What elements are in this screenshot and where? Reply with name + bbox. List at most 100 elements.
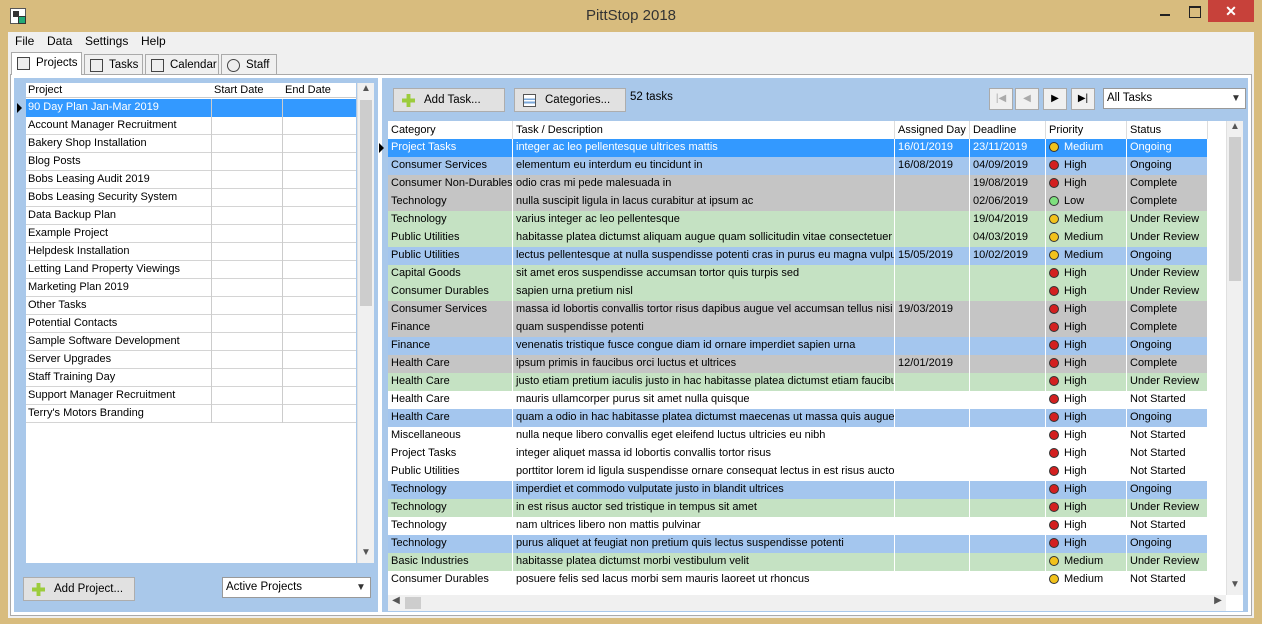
deadline-cell[interactable]	[970, 499, 1046, 517]
projects-scroll-thumb[interactable]	[360, 100, 372, 306]
category-cell[interactable]: Technology	[388, 193, 513, 211]
description-cell[interactable]: habitasse platea dictumst morbi vestibul…	[513, 553, 895, 571]
description-cell[interactable]: massa id lobortis convallis tortor risus…	[513, 301, 895, 319]
tasks-hscroll-thumb[interactable]	[405, 597, 421, 609]
project-name-cell[interactable]: Staff Training Day	[26, 369, 212, 387]
task-row[interactable]: Miscellaneous nulla neque libero convalli…	[388, 427, 1208, 445]
description-cell[interactable]: lectus pellentesque at nulla suspendisse…	[513, 247, 895, 265]
menu-data[interactable]: Data	[47, 34, 72, 48]
deadline-cell[interactable]	[970, 427, 1046, 445]
category-cell[interactable]: Project Tasks	[388, 139, 513, 157]
category-cell[interactable]: Technology	[388, 211, 513, 229]
deadline-cell[interactable]: 02/06/2019	[970, 193, 1046, 211]
deadline-cell[interactable]: 19/04/2019	[970, 211, 1046, 229]
menu-settings[interactable]: Settings	[85, 34, 128, 48]
project-end-cell[interactable]	[283, 153, 356, 171]
project-end-cell[interactable]	[283, 117, 356, 135]
column-end-date[interactable]: End Date	[285, 84, 331, 96]
project-start-cell[interactable]	[212, 207, 283, 225]
project-start-cell[interactable]	[212, 171, 283, 189]
project-end-cell[interactable]	[283, 225, 356, 243]
task-row[interactable]: Health Care mauris ullamcorper purus sit …	[388, 391, 1208, 409]
last-page-button[interactable]: ▶|	[1071, 88, 1095, 110]
project-row[interactable]: Server Upgrades	[26, 351, 356, 369]
assigned-day-cell[interactable]	[895, 283, 970, 301]
priority-cell[interactable]: High	[1046, 319, 1127, 337]
project-end-cell[interactable]	[283, 351, 356, 369]
project-row[interactable]: Other Tasks	[26, 297, 356, 315]
category-cell[interactable]: Consumer Services	[388, 301, 513, 319]
assigned-day-cell[interactable]	[895, 265, 970, 283]
description-cell[interactable]: nulla neque libero convallis eget eleife…	[513, 427, 895, 445]
project-row[interactable]: 90 Day Plan Jan-Mar 2019	[17, 99, 356, 117]
category-cell[interactable]: Consumer Services	[388, 157, 513, 175]
task-row[interactable]: Technology nulla suscipit ligula in lacus…	[388, 193, 1208, 211]
project-name-cell[interactable]: Example Project	[26, 225, 212, 243]
deadline-cell[interactable]	[970, 481, 1046, 499]
project-start-cell[interactable]	[212, 333, 283, 351]
status-cell[interactable]: Under Review	[1127, 265, 1208, 283]
description-cell[interactable]: justo etiam pretium iaculis justo in hac…	[513, 373, 895, 391]
assigned-day-cell[interactable]	[895, 517, 970, 535]
deadline-cell[interactable]: 04/03/2019	[970, 229, 1046, 247]
deadline-cell[interactable]	[970, 373, 1046, 391]
deadline-cell[interactable]	[970, 445, 1046, 463]
description-cell[interactable]: quam suspendisse potenti	[513, 319, 895, 337]
project-start-cell[interactable]	[212, 387, 283, 405]
description-cell[interactable]: quam a odio in hac habitasse platea dict…	[513, 409, 895, 427]
project-name-cell[interactable]: Bakery Shop Installation	[26, 135, 212, 153]
priority-cell[interactable]: Medium	[1046, 229, 1127, 247]
task-row[interactable]: Consumer Durables posuere felis sed lacus…	[388, 571, 1208, 589]
tab-calendar[interactable]: Calendar	[145, 54, 219, 75]
task-row[interactable]: Basic Industries habitasse platea dictums…	[388, 553, 1208, 571]
deadline-cell[interactable]	[970, 391, 1046, 409]
project-row[interactable]: Bobs Leasing Security System	[26, 189, 356, 207]
assigned-day-cell[interactable]: 16/01/2019	[895, 139, 970, 157]
minimize-button[interactable]	[1148, 0, 1182, 22]
project-end-cell[interactable]	[283, 297, 356, 315]
assigned-day-cell[interactable]: 16/08/2019	[895, 157, 970, 175]
project-name-cell[interactable]: Marketing Plan 2019	[26, 279, 212, 297]
status-cell[interactable]: Not Started	[1127, 427, 1208, 445]
task-row[interactable]: Technology varius integer ac leo pellente…	[388, 211, 1208, 229]
project-name-cell[interactable]: Data Backup Plan	[26, 207, 212, 225]
column-assigned-day[interactable]: Assigned Day	[895, 121, 970, 139]
priority-cell[interactable]: High	[1046, 373, 1127, 391]
task-row[interactable]: Consumer Durables sapien urna pretium nis…	[388, 283, 1208, 301]
project-end-cell[interactable]	[283, 135, 356, 153]
priority-cell[interactable]: Medium	[1046, 139, 1127, 157]
project-name-cell[interactable]: 90 Day Plan Jan-Mar 2019	[26, 99, 212, 117]
project-name-cell[interactable]: Account Manager Recruitment	[26, 117, 212, 135]
assigned-day-cell[interactable]	[895, 571, 970, 589]
category-cell[interactable]: Technology	[388, 499, 513, 517]
status-cell[interactable]: Under Review	[1127, 211, 1208, 229]
project-end-cell[interactable]	[283, 387, 356, 405]
project-end-cell[interactable]	[283, 189, 356, 207]
tasks-hscrollbar[interactable]: ◀ ▶	[388, 595, 1226, 611]
project-row[interactable]: Support Manager Recruitment	[26, 387, 356, 405]
priority-cell[interactable]: High	[1046, 337, 1127, 355]
task-row[interactable]: Public Utilities porttitor lorem id ligul…	[388, 463, 1208, 481]
deadline-cell[interactable]	[970, 571, 1046, 589]
project-row[interactable]: Bobs Leasing Audit 2019	[26, 171, 356, 189]
category-cell[interactable]: Health Care	[388, 391, 513, 409]
description-cell[interactable]: elementum eu interdum eu tincidunt in	[513, 157, 895, 175]
description-cell[interactable]: integer ac leo pellentesque ultrices mat…	[513, 139, 895, 157]
priority-cell[interactable]: Medium	[1046, 571, 1127, 589]
project-end-cell[interactable]	[283, 405, 356, 423]
projects-scrollbar[interactable]: ▲ ▼	[357, 83, 374, 563]
priority-cell[interactable]: High	[1046, 301, 1127, 319]
status-cell[interactable]: Not Started	[1127, 571, 1208, 589]
status-cell[interactable]: Complete	[1127, 175, 1208, 193]
deadline-cell[interactable]	[970, 283, 1046, 301]
category-cell[interactable]: Finance	[388, 337, 513, 355]
category-cell[interactable]: Public Utilities	[388, 229, 513, 247]
project-name-cell[interactable]: Terry's Motors Branding	[26, 405, 212, 423]
status-cell[interactable]: Not Started	[1127, 463, 1208, 481]
close-button[interactable]: ✕	[1208, 0, 1254, 22]
assigned-day-cell[interactable]	[895, 499, 970, 517]
status-cell[interactable]: Ongoing	[1127, 247, 1208, 265]
assigned-day-cell[interactable]	[895, 229, 970, 247]
category-cell[interactable]: Technology	[388, 517, 513, 535]
status-cell[interactable]: Not Started	[1127, 445, 1208, 463]
